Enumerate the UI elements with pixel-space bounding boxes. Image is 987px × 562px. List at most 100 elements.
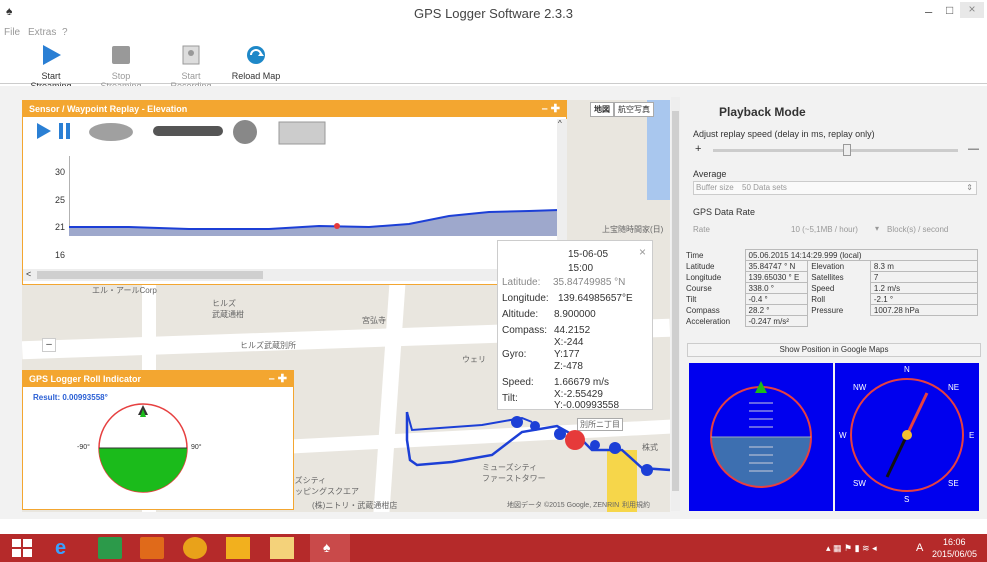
field-label: Course bbox=[686, 283, 712, 293]
ie-icon[interactable]: e bbox=[55, 537, 79, 559]
popup-longitude: 139.64985657°E bbox=[558, 293, 633, 304]
stop-icon bbox=[112, 46, 130, 64]
stop-streaming-button[interactable]: Stop Streaming bbox=[90, 42, 152, 91]
show-google-maps-button[interactable]: Show Position in Google Maps bbox=[687, 343, 981, 357]
field-label: Longitude bbox=[686, 272, 722, 282]
panel-controls[interactable]: – ✚ bbox=[542, 102, 560, 115]
field-value: 7 bbox=[869, 271, 978, 283]
zoom-out-button[interactable]: – bbox=[42, 338, 56, 352]
field-value: -2.1 ° bbox=[869, 293, 978, 305]
chrome-icon[interactable] bbox=[183, 537, 207, 559]
popup-gyro-y: Y:177 bbox=[554, 349, 580, 360]
roll-indicator-panel: GPS Logger Roll Indicator – ✚ Result: 0.… bbox=[22, 370, 294, 510]
field-value: 338.0 ° bbox=[744, 282, 809, 294]
record-icon bbox=[182, 45, 200, 65]
speed-plus[interactable]: + bbox=[695, 143, 701, 155]
popup-latitude: 35.84749985 °N bbox=[553, 277, 626, 288]
popup-longitude-label: Longitude: bbox=[502, 293, 549, 304]
reload-globe-icon bbox=[247, 46, 265, 64]
buffer-value: 50 Data sets bbox=[742, 183, 787, 192]
field-value: 1007.28 hPa bbox=[869, 304, 978, 316]
hscroll-thumb[interactable] bbox=[37, 271, 263, 279]
slider-thumb[interactable] bbox=[843, 144, 852, 156]
reload-map-button[interactable]: Reload Map bbox=[230, 42, 282, 82]
time-label: Time bbox=[686, 250, 704, 260]
outlook-icon[interactable] bbox=[140, 537, 164, 559]
compass-s: S bbox=[904, 495, 910, 504]
average-label: Average bbox=[693, 169, 727, 179]
elevation-panel-title: Sensor / Waypoint Replay - Elevation bbox=[29, 104, 188, 114]
play-icon bbox=[43, 45, 61, 65]
popup-latitude-label: Latitude: bbox=[502, 277, 541, 288]
folder-icon[interactable] bbox=[270, 537, 294, 559]
compass-n: N bbox=[904, 365, 910, 374]
rate-label: Rate bbox=[693, 225, 710, 234]
roll-panel-header[interactable]: GPS Logger Roll Indicator – ✚ bbox=[23, 371, 293, 387]
popup-compass: 44.2152 bbox=[554, 325, 591, 336]
replay-speed-slider[interactable] bbox=[713, 144, 958, 156]
aerial-type-button[interactable]: 航空写真 bbox=[614, 102, 654, 117]
compass-ne: NE bbox=[948, 383, 960, 392]
roll-left-tick: -90° bbox=[77, 444, 90, 451]
replay-speed-label: Adjust replay speed (delay in ms, replay… bbox=[693, 129, 875, 139]
compass-sw: SW bbox=[853, 479, 866, 488]
field-label: Satellites bbox=[811, 272, 844, 282]
rate-select[interactable]: 10 (~5,1MB / hour) bbox=[791, 225, 858, 234]
title-bar: ♠ GPS Logger Software 2.3.3 – □ × bbox=[0, 0, 987, 26]
map-scrollbar[interactable] bbox=[671, 97, 680, 511]
excel-icon[interactable] bbox=[98, 537, 122, 559]
roll-right-tick: 90° bbox=[191, 444, 202, 451]
roll-result: Result: 0.00993558° bbox=[33, 393, 108, 402]
panel-controls[interactable]: – ✚ bbox=[269, 372, 287, 385]
rate-section: GPS Data Rate bbox=[693, 207, 756, 217]
clock-time[interactable]: 16:06 bbox=[943, 537, 966, 547]
elevation-panel-header[interactable]: Sensor / Waypoint Replay - Elevation – ✚ bbox=[23, 101, 566, 117]
compass-w: W bbox=[839, 431, 847, 440]
field-label: Pressure bbox=[811, 305, 844, 315]
menu-file[interactable]: File bbox=[4, 27, 20, 38]
close-icon[interactable]: × bbox=[639, 245, 646, 259]
play-icon[interactable] bbox=[37, 123, 51, 139]
compass-device-icon bbox=[233, 120, 257, 144]
y-tick: 16 bbox=[55, 250, 66, 260]
field-value: -0.4 ° bbox=[744, 293, 809, 305]
chevron-down-icon[interactable]: ▾ bbox=[875, 224, 879, 233]
elevation-chart bbox=[69, 156, 559, 236]
menu-extras[interactable]: Extras bbox=[28, 27, 56, 38]
field-label: Acceleration bbox=[686, 316, 731, 326]
start-streaming-button[interactable]: Start Streaming bbox=[20, 42, 82, 91]
menu-help[interactable]: ? bbox=[62, 27, 68, 38]
clock-date[interactable]: 2015/06/05 bbox=[932, 549, 977, 559]
ime-indicator[interactable]: A bbox=[916, 542, 923, 554]
maximize-button[interactable]: □ bbox=[946, 3, 953, 17]
popup-altitude: 8.900000 bbox=[554, 309, 596, 320]
playback-title: Playback Mode bbox=[719, 105, 806, 119]
compass-e: E bbox=[969, 431, 975, 440]
reload-map-label: Reload Map bbox=[231, 71, 281, 81]
map-type-button[interactable]: 地図 bbox=[590, 102, 614, 117]
gps-logger-taskbar-icon[interactable]: ♠ bbox=[310, 534, 350, 562]
popup-speed: 1.66679 m/s bbox=[554, 377, 610, 388]
field-value: 1.2 m/s bbox=[869, 282, 978, 294]
popup-date: 15-06-05 bbox=[568, 249, 609, 260]
field-value: 8.3 m bbox=[869, 260, 978, 272]
start-recording-button[interactable]: Start Recording bbox=[160, 42, 222, 91]
map-type-switch: 地図 航空写真 bbox=[590, 102, 654, 117]
elevation-hscroll[interactable]: < bbox=[23, 269, 557, 281]
pause-icon[interactable] bbox=[59, 123, 71, 139]
minimize-button[interactable]: – bbox=[925, 4, 932, 19]
y-tick: 25 bbox=[55, 195, 66, 205]
popup-tilt-label: Tilt: bbox=[502, 393, 518, 404]
roll-gauge bbox=[98, 403, 188, 493]
buffer-size-select[interactable]: Buffer size 50 Data sets ⇕ bbox=[693, 181, 977, 195]
point-info-popup: × 15-06-05 15:00 Latitude: 35.84749985 °… bbox=[497, 240, 653, 411]
close-button[interactable]: × bbox=[960, 2, 984, 18]
apps-icon[interactable] bbox=[226, 537, 250, 559]
speed-minus[interactable]: — bbox=[968, 143, 979, 155]
tilt-indicator bbox=[689, 363, 833, 511]
scrollbar-thumb[interactable] bbox=[672, 111, 679, 491]
rate-unit: Block(s) / second bbox=[887, 225, 949, 234]
field-value: 28.2 ° bbox=[744, 304, 809, 316]
windows-start-icon[interactable] bbox=[10, 537, 34, 559]
chevron-updown-icon: ⇕ bbox=[966, 183, 973, 192]
